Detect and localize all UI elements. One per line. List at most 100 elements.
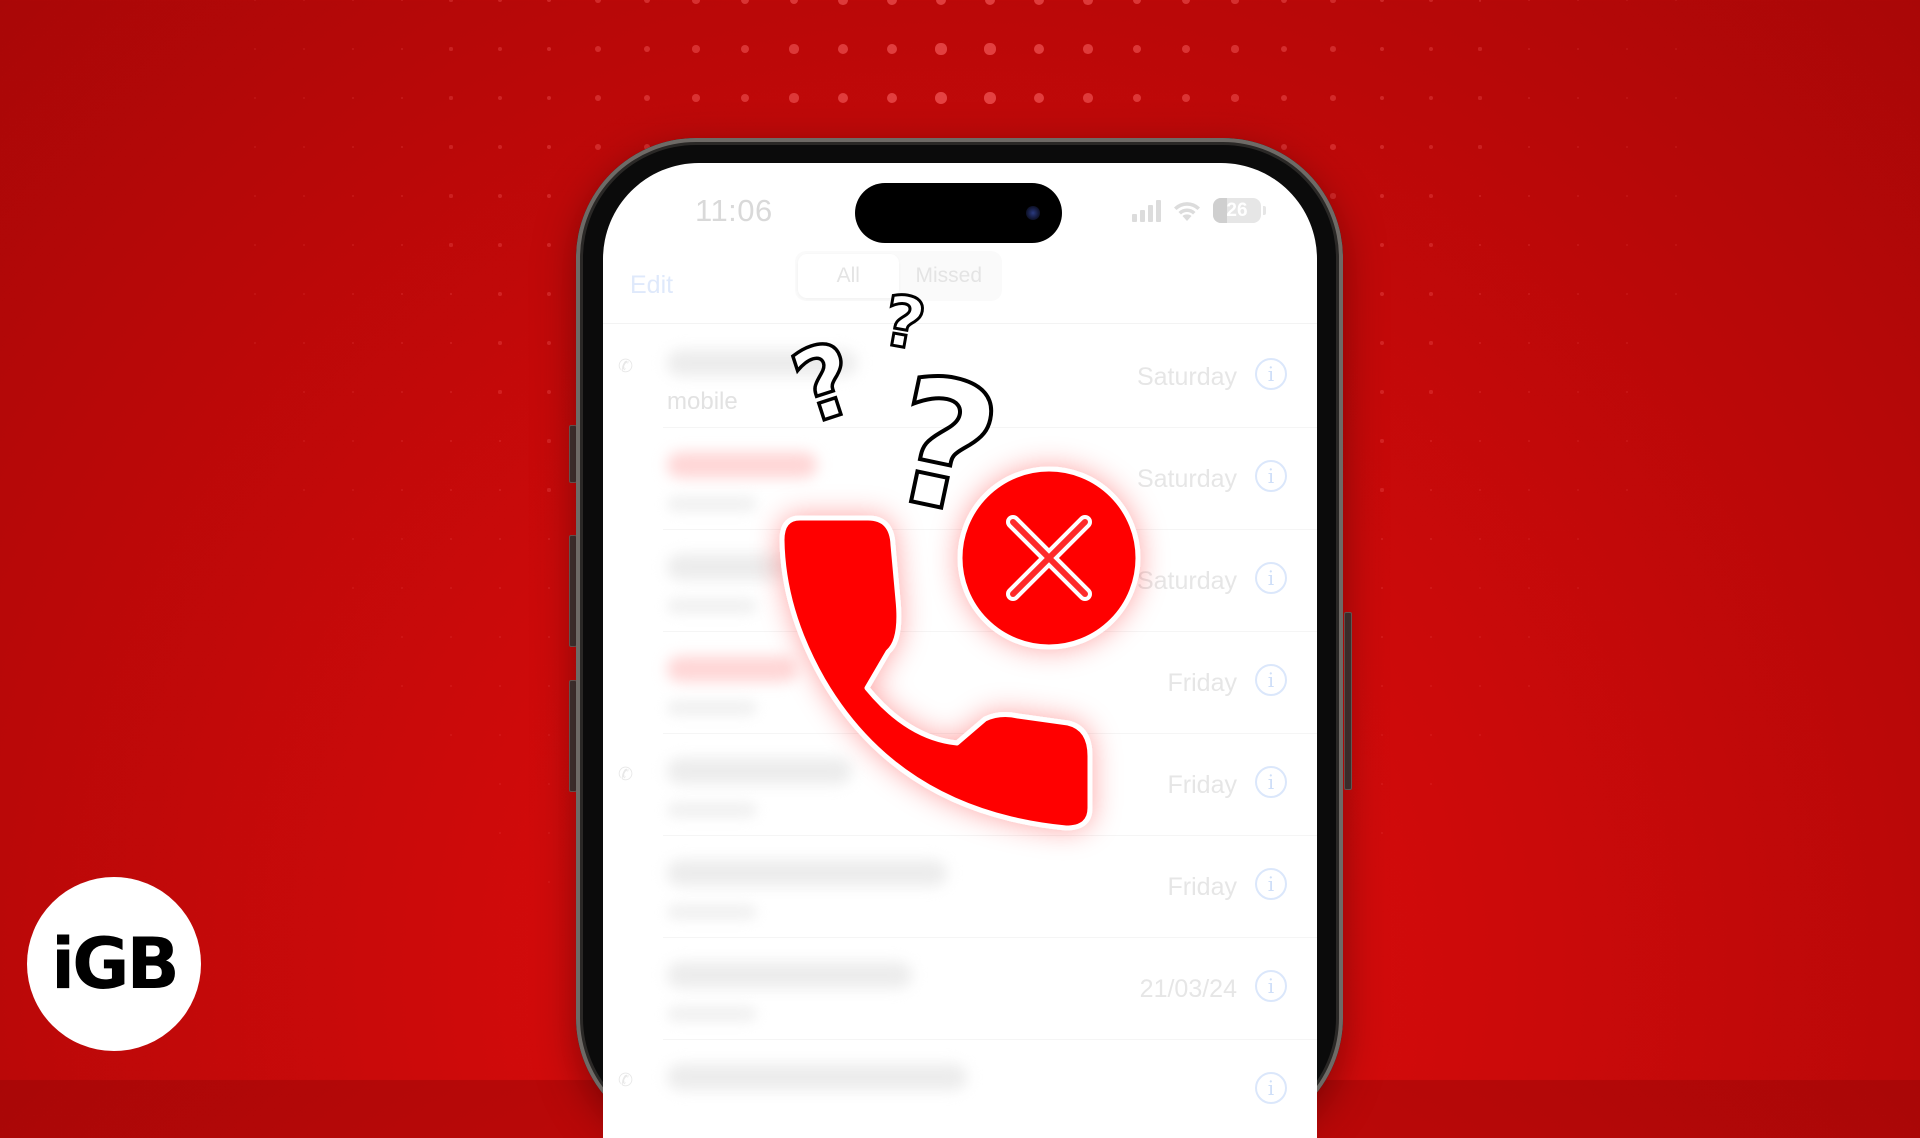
background-dot xyxy=(1379,340,1385,346)
background-dot xyxy=(643,94,651,102)
background-dot xyxy=(692,0,700,4)
background-dot xyxy=(1429,0,1433,2)
call-type-label-blurred xyxy=(667,496,757,512)
background-dot xyxy=(449,0,453,2)
background-dot xyxy=(303,0,305,1)
call-date: Friday xyxy=(1167,771,1237,799)
background-dot xyxy=(1577,293,1579,295)
info-icon[interactable]: i xyxy=(1255,868,1287,900)
background-dot xyxy=(1429,488,1433,492)
background-dot xyxy=(548,881,550,883)
tab-all[interactable]: All xyxy=(798,254,899,298)
background-dot xyxy=(1033,43,1045,55)
list-item[interactable]: ✆ Friday i xyxy=(603,734,1317,836)
background-dot xyxy=(1626,293,1628,295)
background-dot xyxy=(400,0,404,2)
background-dot xyxy=(1675,146,1677,148)
background-dot xyxy=(886,43,898,55)
background-dot xyxy=(546,340,552,346)
info-icon[interactable]: i xyxy=(1255,460,1287,492)
background-dot xyxy=(499,734,501,736)
power-button xyxy=(1344,612,1352,790)
list-item[interactable]: ✆ mobile Saturday i xyxy=(603,326,1317,428)
call-date: Friday xyxy=(1167,873,1237,901)
background-dot xyxy=(1527,145,1531,149)
contact-name-blurred xyxy=(667,554,787,580)
background-dot xyxy=(450,587,452,589)
tab-missed[interactable]: Missed xyxy=(899,254,1000,298)
background-dot xyxy=(303,342,305,344)
background-dot xyxy=(1330,193,1336,199)
background-dot xyxy=(1379,193,1385,199)
outgoing-call-icon: ✆ xyxy=(618,1070,634,1090)
background-dot xyxy=(1528,489,1530,491)
background-dot xyxy=(401,587,403,589)
background-dot xyxy=(303,195,305,197)
background-dot xyxy=(740,93,750,103)
background-dot xyxy=(1083,93,1093,103)
background-dot xyxy=(303,489,305,491)
info-icon[interactable]: i xyxy=(1255,664,1287,696)
edit-button[interactable]: Edit xyxy=(630,271,673,300)
info-icon[interactable]: i xyxy=(1255,970,1287,1002)
background-dot xyxy=(254,0,256,1)
outgoing-call-icon: ✆ xyxy=(618,356,634,376)
background-dot xyxy=(1429,439,1433,443)
background-dot xyxy=(1330,144,1336,150)
background-dot xyxy=(303,244,305,246)
outgoing-call-icon: ✆ xyxy=(618,764,634,784)
background-dot xyxy=(546,291,552,297)
background-dot xyxy=(1479,440,1481,442)
info-icon[interactable]: i xyxy=(1255,1072,1287,1104)
background-dot xyxy=(303,391,305,393)
background-dot xyxy=(1478,243,1482,247)
background-dot xyxy=(1429,194,1433,198)
background-dot xyxy=(1280,94,1288,102)
list-item[interactable]: Friday i xyxy=(603,632,1317,734)
background-dot xyxy=(1626,146,1628,148)
cellular-signal-icon xyxy=(1132,199,1161,222)
background-dot xyxy=(1577,587,1579,589)
background-dot xyxy=(1626,244,1628,246)
list-item[interactable]: Saturday i xyxy=(603,428,1317,530)
background-dot xyxy=(740,44,750,54)
background-dot xyxy=(401,685,403,687)
background-dot xyxy=(254,48,256,50)
list-item[interactable]: ✆ i xyxy=(603,1040,1317,1138)
background-dot xyxy=(401,489,403,491)
background-dot xyxy=(1479,587,1481,589)
contact-name-blurred xyxy=(667,656,797,682)
background-dot xyxy=(1380,586,1384,590)
recents-filter-segmented-control[interactable]: All Missed xyxy=(795,251,1002,301)
background-dot xyxy=(1430,636,1432,638)
info-icon[interactable]: i xyxy=(1255,766,1287,798)
background-dot xyxy=(1132,44,1142,54)
background-dot xyxy=(886,92,898,104)
background-dot xyxy=(1675,97,1677,99)
list-item[interactable]: Saturday i xyxy=(603,530,1317,632)
background-dot xyxy=(1528,342,1530,344)
background-dot xyxy=(1675,195,1677,197)
background-dot xyxy=(352,538,354,540)
background-dot xyxy=(1528,538,1530,540)
background-dot xyxy=(1478,0,1482,2)
contact-name-blurred xyxy=(667,452,817,478)
info-icon[interactable]: i xyxy=(1255,562,1287,594)
background-dot xyxy=(838,93,848,103)
background-dot xyxy=(254,195,256,197)
list-item[interactable]: 21/03/24 i xyxy=(603,938,1317,1040)
background-dot xyxy=(498,292,502,296)
background-dot xyxy=(499,832,501,834)
background-dot xyxy=(1381,734,1383,736)
background-dot xyxy=(548,685,550,687)
list-item[interactable]: Friday i xyxy=(603,836,1317,938)
info-icon[interactable]: i xyxy=(1255,358,1287,390)
background-dot xyxy=(1479,636,1481,638)
call-type-label-blurred xyxy=(667,598,757,614)
background-dot xyxy=(838,0,848,5)
background-dot xyxy=(400,47,404,51)
background-dot xyxy=(449,439,453,443)
front-camera xyxy=(1026,206,1040,220)
background-dot xyxy=(692,94,700,102)
background-dot xyxy=(498,341,502,345)
